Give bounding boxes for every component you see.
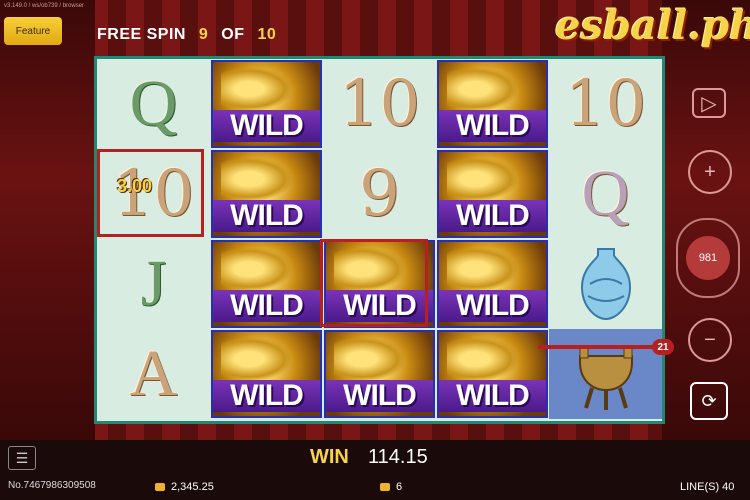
reel-cell: Q bbox=[97, 59, 210, 149]
wild-symbol: WILD bbox=[437, 330, 548, 418]
wild-symbol: WILD bbox=[211, 60, 322, 148]
coin-stack-icon bbox=[380, 483, 390, 492]
wild-symbol: WILD bbox=[437, 240, 548, 328]
turbo-icon[interactable]: ▷ bbox=[692, 88, 726, 118]
win-value: 114.15 bbox=[368, 446, 428, 468]
brand-logo: esball.ph bbox=[555, 2, 750, 49]
version-text: v3.149.0 / ws/ob739 / browser bbox=[4, 3, 85, 9]
free-spin-label: FREE SPIN bbox=[97, 26, 186, 43]
dragon-icon bbox=[447, 248, 517, 290]
free-spin-current: 9 bbox=[198, 26, 209, 43]
reel-1: Q 10 J A bbox=[97, 59, 210, 421]
wild-symbol: WILD bbox=[437, 150, 548, 238]
coin-icon bbox=[155, 483, 165, 492]
free-spin-of: OF bbox=[221, 26, 245, 43]
menu-icon[interactable]: ☰ bbox=[8, 446, 36, 470]
reel-cell: 10 bbox=[549, 59, 662, 149]
bet: 6 bbox=[380, 481, 402, 493]
dragon-icon bbox=[447, 68, 517, 110]
dragon-icon bbox=[221, 158, 291, 200]
dragon-icon bbox=[447, 158, 517, 200]
plus-button[interactable]: + bbox=[688, 150, 732, 194]
q-symbol: Q bbox=[581, 157, 630, 230]
reel-5: 10 Q bbox=[549, 59, 662, 421]
dragon-icon bbox=[334, 338, 404, 380]
reel-cell: 9 bbox=[323, 149, 436, 239]
dragon-icon bbox=[447, 338, 517, 380]
reel-4: WILD WILD WILD WILD bbox=[436, 59, 549, 421]
nine-symbol: 9 bbox=[359, 157, 400, 231]
ten-symbol: 10 bbox=[338, 67, 421, 141]
wild-symbol: WILD bbox=[437, 60, 548, 148]
reel-cell: J bbox=[97, 239, 210, 329]
win-label: WIN bbox=[310, 446, 349, 468]
vase-icon bbox=[580, 248, 631, 321]
jade-q-symbol: Q bbox=[129, 67, 178, 140]
dragon-icon bbox=[221, 248, 291, 290]
feature-button[interactable]: Feature bbox=[4, 17, 62, 45]
vase-symbol bbox=[549, 239, 662, 329]
dragon-icon bbox=[221, 338, 291, 380]
left-backdrop bbox=[0, 0, 95, 440]
spin-counter: 981 bbox=[686, 236, 730, 280]
ten-symbol: 10 bbox=[564, 67, 647, 141]
cauldron-symbol bbox=[549, 329, 662, 419]
spin-button[interactable]: 981 bbox=[676, 218, 740, 298]
lines-count: LINE(S) 40 bbox=[680, 481, 735, 493]
wild-symbol: WILD bbox=[211, 330, 322, 418]
minus-button[interactable]: − bbox=[688, 318, 732, 362]
win-highlight bbox=[320, 239, 428, 327]
free-spin-total: 10 bbox=[257, 26, 277, 43]
j-symbol: J bbox=[140, 247, 167, 320]
payline-badge: 21 bbox=[652, 339, 674, 355]
reel-2: WILD WILD WILD WILD bbox=[210, 59, 323, 421]
dragon-icon bbox=[221, 68, 291, 110]
reel-cell: Q bbox=[549, 149, 662, 239]
round-number: No.7467986309508 bbox=[8, 480, 96, 491]
reel-cell: A bbox=[97, 329, 210, 419]
reel-cell: 10 bbox=[323, 59, 436, 149]
a-symbol: A bbox=[129, 337, 178, 410]
wild-symbol: WILD bbox=[324, 330, 435, 418]
free-spin-banner: FREE SPIN 9 OF 10 bbox=[97, 26, 284, 44]
autoplay-icon[interactable]: ⟳ bbox=[690, 382, 728, 420]
payline bbox=[538, 345, 654, 349]
wild-symbol: WILD bbox=[211, 240, 322, 328]
wild-symbol: WILD bbox=[211, 150, 322, 238]
symbol-win-amount: 3.00 bbox=[117, 176, 153, 196]
balance: 2,345.25 bbox=[155, 481, 214, 493]
